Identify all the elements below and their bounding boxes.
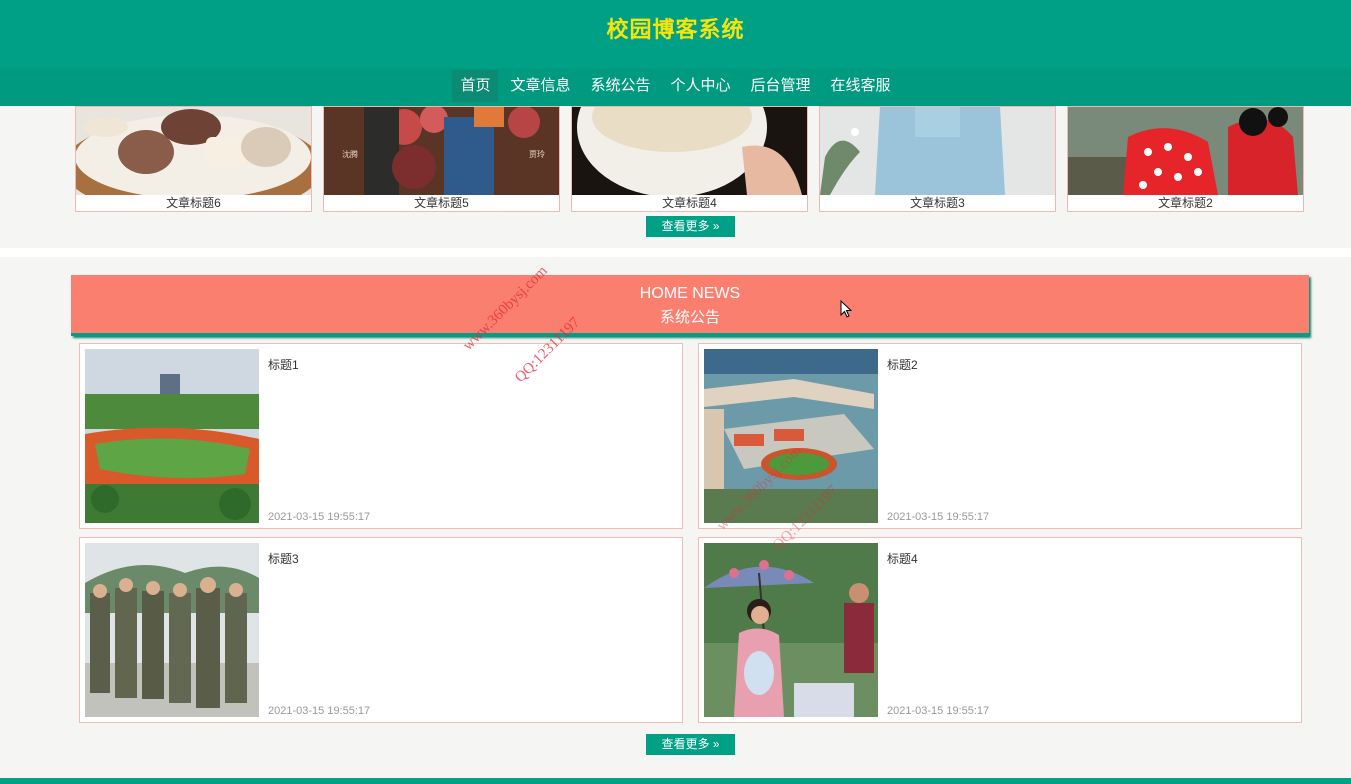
- article-card[interactable]: 沈腾 贾玲 文章标题5: [323, 106, 560, 212]
- article-title: 文章标题4: [662, 196, 717, 210]
- news-card[interactable]: 标题2 2021-03-15 19:55:17: [698, 343, 1302, 529]
- umbrella-girl-photo: [704, 543, 878, 717]
- nav-item-personal-center[interactable]: 个人中心: [663, 70, 739, 102]
- svg-text:沈腾: 沈腾: [342, 149, 358, 159]
- news-date: 2021-03-15 19:55:17: [887, 511, 990, 523]
- news-title: 标题1: [268, 358, 299, 372]
- movie-poster-photo: 沈腾 贾玲: [324, 107, 559, 195]
- svg-text:贾玲: 贾玲: [529, 149, 545, 159]
- view-more-news-button[interactable]: 查看更多 »: [646, 734, 735, 755]
- news-title: 标题4: [887, 552, 918, 566]
- article-title: 文章标题2: [1158, 196, 1213, 210]
- view-more-articles-button[interactable]: 查看更多 »: [646, 216, 735, 237]
- double-chevron-right-icon: »: [709, 219, 720, 233]
- school-building-photo: [704, 349, 878, 523]
- article-list: 文章标题6 沈腾 贾玲 文章标题5 文章标题4 文章标题3 文章标题2: [75, 106, 1304, 212]
- news-section-title-en: HOME NEWS: [639, 285, 741, 302]
- news-title: 标题3: [268, 552, 299, 566]
- food-bowl-photo: [76, 107, 311, 195]
- blue-sweater-photo: [820, 107, 1055, 195]
- campus-track-photo: [85, 349, 259, 523]
- article-title: 文章标题5: [414, 196, 469, 210]
- article-card[interactable]: 文章标题2: [1067, 106, 1304, 212]
- coffee-cup-photo: [572, 107, 807, 195]
- main-nav: 首页 文章信息 系统公告 个人中心 后台管理 在线客服: [0, 70, 1351, 102]
- news-date: 2021-03-15 19:55:17: [268, 705, 371, 717]
- news-section-title-cn: 系统公告: [659, 309, 720, 326]
- article-card[interactable]: 文章标题6: [75, 106, 312, 212]
- article-card[interactable]: 文章标题4: [571, 106, 808, 212]
- site-header: 校园博客系统 首页 文章信息 系统公告 个人中心 后台管理 在线客服: [0, 0, 1351, 106]
- nav-item-announcements[interactable]: 系统公告: [582, 70, 658, 102]
- nav-item-online-service[interactable]: 在线客服: [823, 70, 899, 102]
- nav-item-admin[interactable]: 后台管理: [743, 70, 819, 102]
- military-training-photo: [85, 543, 259, 717]
- news-list: 标题1 2021-03-15 19:55:17 标题2 2021-03-15 1…: [79, 343, 1302, 723]
- view-more-label: 查看更多: [661, 737, 710, 751]
- article-title: 文章标题3: [910, 196, 965, 210]
- news-date: 2021-03-15 19:55:17: [887, 705, 990, 717]
- minnie-mouse-photo: [1068, 107, 1303, 195]
- footer-bar: [0, 778, 1351, 784]
- nav-item-articles[interactable]: 文章信息: [502, 70, 578, 102]
- article-card[interactable]: 文章标题3: [819, 106, 1056, 212]
- news-card[interactable]: 标题3 2021-03-15 19:55:17: [79, 537, 683, 723]
- double-chevron-right-icon: »: [709, 737, 720, 751]
- article-title: 文章标题6: [166, 196, 221, 210]
- site-title: 校园博客系统: [606, 17, 745, 42]
- news-title: 标题2: [887, 358, 918, 372]
- news-date: 2021-03-15 19:55:17: [268, 511, 371, 523]
- section-divider: [0, 248, 1351, 257]
- nav-item-home[interactable]: 首页: [452, 70, 499, 102]
- news-section-banner: HOME NEWS 系统公告: [71, 275, 1309, 336]
- news-card[interactable]: 标题4 2021-03-15 19:55:17: [698, 537, 1302, 723]
- news-card[interactable]: 标题1 2021-03-15 19:55:17: [79, 343, 683, 529]
- mouse-cursor-icon: [840, 299, 853, 323]
- view-more-label: 查看更多: [661, 219, 710, 233]
